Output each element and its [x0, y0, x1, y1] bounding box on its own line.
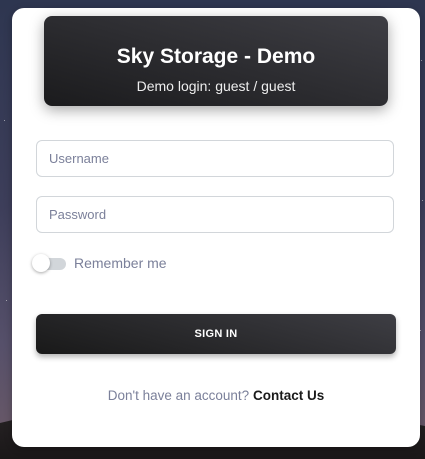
remember-me-toggle[interactable] [32, 253, 66, 273]
toggle-knob [32, 254, 50, 272]
sign-in-button[interactable]: SIGN IN [36, 314, 396, 354]
remember-me-label[interactable]: Remember me [74, 255, 167, 271]
username-input[interactable] [36, 140, 394, 177]
remember-me-row: Remember me [32, 253, 167, 273]
signup-prompt: Don't have an account? Contact Us [12, 388, 420, 403]
demo-credentials-hint: Demo login: guest / guest [136, 78, 296, 94]
contact-us-link[interactable]: Contact Us [253, 388, 324, 403]
password-input[interactable] [36, 196, 394, 233]
card-header: Sky Storage - Demo Demo login: guest / g… [44, 16, 388, 106]
app-title: Sky Storage - Demo [116, 45, 316, 68]
signup-prompt-text: Don't have an account? [107, 388, 253, 403]
login-card: Sky Storage - Demo Demo login: guest / g… [12, 8, 420, 447]
